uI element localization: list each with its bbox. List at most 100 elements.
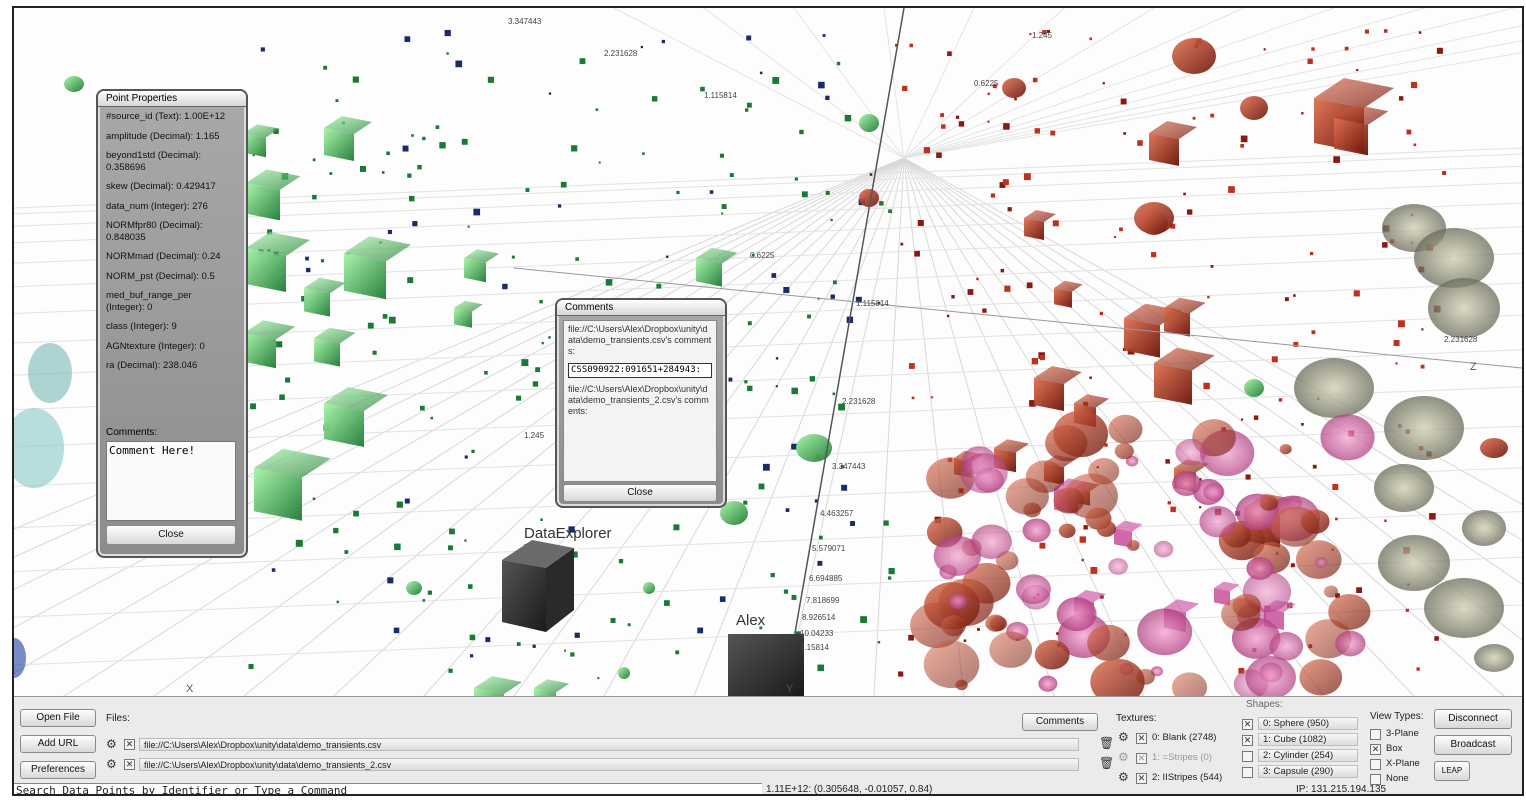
data-point bbox=[404, 36, 411, 43]
comments-close-button[interactable]: Close bbox=[563, 484, 717, 502]
gear-icon[interactable]: ⚙ bbox=[1118, 771, 1129, 783]
point-properties-close-button[interactable]: Close bbox=[106, 525, 236, 545]
data-point bbox=[417, 164, 422, 170]
data-point bbox=[435, 125, 440, 129]
data-point-sphere bbox=[985, 614, 1006, 632]
broadcast-button[interactable]: Broadcast bbox=[1434, 735, 1512, 755]
property-list[interactable]: #source_id (Text): 1.00E+12 amplitude (De… bbox=[106, 111, 230, 426]
data-point bbox=[532, 644, 536, 648]
data-point bbox=[817, 560, 823, 566]
view-type-checkbox[interactable] bbox=[1370, 759, 1381, 770]
texture-option[interactable]: ⚙ ✕ 1: =Stripes (0) bbox=[1118, 751, 1248, 765]
open-file-button[interactable]: Open File bbox=[20, 709, 96, 727]
view-type-checkbox[interactable]: ✕ bbox=[1370, 744, 1381, 755]
shape-option[interactable]: ✕ 1: Cube (1082) bbox=[1242, 733, 1362, 747]
file-path[interactable]: file://C:\Users\Alex\Dropbox\unity\data\… bbox=[139, 738, 1079, 751]
shape-checkbox[interactable]: ✕ bbox=[1242, 735, 1253, 746]
gear-icon[interactable]: ⚙ bbox=[106, 738, 117, 750]
data-point bbox=[487, 76, 494, 83]
view-type-option[interactable]: X-Plane bbox=[1370, 757, 1430, 771]
data-point bbox=[1228, 186, 1235, 193]
data-point-sphere bbox=[1090, 658, 1145, 696]
data-point bbox=[1356, 587, 1362, 593]
data-point bbox=[832, 392, 836, 396]
data-point bbox=[387, 229, 393, 235]
data-point bbox=[1333, 156, 1340, 163]
shape-option[interactable]: ✕ 0: Sphere (950) bbox=[1242, 717, 1362, 731]
shape-checkbox[interactable]: ✕ bbox=[1242, 719, 1253, 730]
view-type-option[interactable]: 3-Plane bbox=[1370, 727, 1430, 741]
data-point bbox=[540, 518, 543, 521]
shape-option[interactable]: 3: Capsule (290) bbox=[1242, 765, 1362, 779]
data-point bbox=[548, 336, 551, 339]
texture-checkbox[interactable]: ✕ bbox=[1136, 753, 1147, 764]
shape-checkbox[interactable] bbox=[1242, 767, 1253, 778]
data-point bbox=[336, 600, 340, 604]
data-point-cube bbox=[254, 448, 331, 521]
command-input[interactable]: Search Data Points by Identifier or Type… bbox=[14, 783, 762, 794]
data-point bbox=[818, 535, 823, 540]
tick-label: 7.818699 bbox=[806, 596, 840, 605]
data-point bbox=[386, 151, 390, 156]
data-point-sphere bbox=[1294, 358, 1374, 418]
data-point bbox=[664, 600, 670, 606]
data-point bbox=[511, 255, 515, 259]
data-point bbox=[990, 193, 996, 198]
texture-checkbox[interactable]: ✕ bbox=[1136, 733, 1147, 744]
texture-option[interactable]: ⚙ ✕ 2: IIStripes (544) bbox=[1118, 771, 1248, 785]
trash-icon[interactable]: 🗑 bbox=[1099, 737, 1114, 749]
data-point-sphere bbox=[1246, 557, 1274, 580]
gear-icon[interactable]: ⚙ bbox=[1118, 731, 1129, 743]
data-point bbox=[539, 299, 543, 304]
data-point bbox=[1052, 220, 1059, 227]
data-point-sphere bbox=[1240, 96, 1268, 120]
data-point bbox=[470, 654, 474, 658]
data-point bbox=[917, 220, 924, 227]
trash-icon[interactable]: 🗑 bbox=[1099, 757, 1114, 769]
property-item: skew (Decimal): 0.429417 bbox=[106, 181, 216, 192]
remove-file-checkbox[interactable]: ✕ bbox=[124, 759, 135, 770]
dataexplorer-cube[interactable] bbox=[502, 540, 574, 632]
comments-button[interactable]: Comments bbox=[1022, 713, 1098, 731]
data-point bbox=[1207, 295, 1210, 299]
tick-label: 1.245 bbox=[524, 431, 545, 440]
texture-option[interactable]: ⚙ ✕ 0: Blank (2748) bbox=[1118, 731, 1248, 745]
data-point-sphere bbox=[64, 76, 84, 92]
data-point bbox=[367, 322, 374, 329]
leap-button[interactable]: LEAP bbox=[1434, 761, 1470, 781]
data-point-sphere bbox=[1096, 520, 1116, 537]
shape-checkbox[interactable] bbox=[1242, 751, 1253, 762]
view-type-option[interactable]: ✕ Box bbox=[1370, 742, 1430, 756]
remove-file-checkbox[interactable]: ✕ bbox=[124, 739, 135, 750]
data-point-sphere bbox=[1378, 535, 1450, 591]
property-item: med_buf_range_per (Integer): 0 bbox=[106, 290, 192, 313]
data-point bbox=[1398, 96, 1404, 101]
gear-icon[interactable]: ⚙ bbox=[1118, 751, 1129, 763]
texture-checkbox[interactable]: ✕ bbox=[1136, 773, 1147, 784]
add-url-button[interactable]: Add URL bbox=[20, 735, 96, 753]
shape-option[interactable]: 2: Cylinder (254) bbox=[1242, 749, 1362, 763]
property-item: NORMmad (Decimal): 0.24 bbox=[106, 251, 221, 262]
data-point bbox=[775, 385, 778, 388]
data-point bbox=[409, 195, 415, 202]
data-point bbox=[359, 165, 366, 172]
data-point bbox=[1284, 297, 1289, 302]
gear-icon[interactable]: ⚙ bbox=[106, 758, 117, 770]
data-point-sphere bbox=[859, 114, 879, 132]
preferences-button[interactable]: Preferences bbox=[20, 761, 96, 779]
data-point bbox=[877, 641, 881, 644]
data-point-cube bbox=[246, 232, 310, 292]
view-type-checkbox[interactable] bbox=[1370, 729, 1381, 740]
data-point bbox=[1002, 179, 1009, 186]
data-point bbox=[312, 158, 316, 162]
data-point bbox=[344, 550, 349, 554]
data-point-cube bbox=[1024, 210, 1056, 240]
files-label: Files: bbox=[106, 713, 130, 724]
file-path[interactable]: file://C:\Users\Alex\Dropbox\unity\data\… bbox=[139, 758, 1079, 771]
disconnect-button[interactable]: Disconnect bbox=[1434, 709, 1512, 729]
data-point bbox=[404, 498, 410, 504]
data-point bbox=[1293, 294, 1296, 297]
selected-comment-field[interactable]: CSS090922:091651+284943: bbox=[568, 363, 712, 378]
data-point bbox=[818, 81, 825, 89]
comment-input[interactable]: Comment Here! bbox=[106, 441, 236, 521]
